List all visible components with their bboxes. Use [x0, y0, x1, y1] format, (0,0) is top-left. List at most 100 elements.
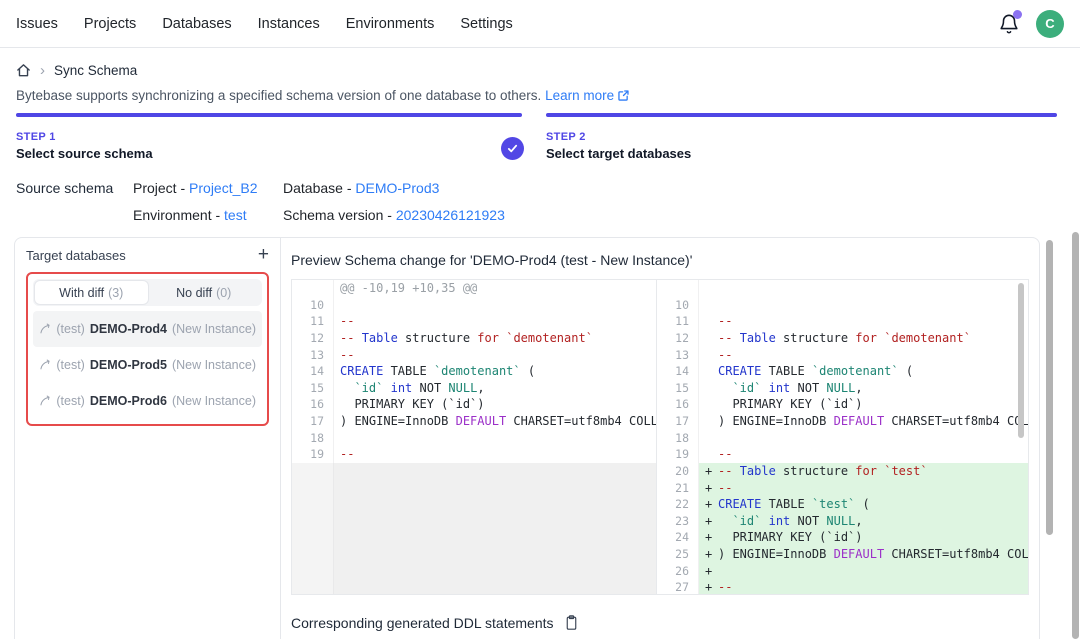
top-nav: Issues Projects Databases Instances Envi… — [0, 0, 1080, 48]
line-number: 25 — [657, 546, 699, 563]
target-databases-panel: Target databases + With diff (3) No diff… — [15, 238, 281, 639]
nav-item-instances[interactable]: Instances — [258, 16, 320, 32]
field-environment: Environment - test — [133, 207, 283, 223]
tab-with-diff-label: With diff — [59, 286, 104, 300]
source-schema-label: Source schema — [16, 180, 113, 196]
source-schema-fields: Project - Project_B2 Database - DEMO-Pro… — [133, 180, 505, 223]
tab-no-diff-label: No diff — [176, 286, 212, 300]
list-item-demo-prod5[interactable]: (test) DEMO-Prod5 (New Instance) — [33, 347, 262, 383]
diff-marker — [705, 330, 718, 347]
schema-preview-section: Preview Schema change for 'DEMO-Prod4 (t… — [282, 238, 1039, 639]
db-environment: (test) — [56, 358, 84, 372]
target-database-list: (test) DEMO-Prod4 (New Instance) (test) … — [33, 311, 262, 419]
database-link[interactable]: DEMO-Prod3 — [355, 180, 439, 196]
code-line: 14 CREATE TABLE `demotenant` ( — [657, 363, 1028, 380]
db-instance-suffix: (New Instance) — [172, 394, 256, 408]
add-target-database-button[interactable]: + — [258, 247, 269, 263]
code-text: + — [699, 563, 1028, 580]
line-number: 13 — [292, 347, 334, 364]
step-2[interactable]: STEP 2 Select target databases — [546, 113, 1057, 161]
line-number: 19 — [657, 446, 699, 463]
diff-marker: + — [705, 563, 718, 580]
diff-pane-modified: 10 11 --12 -- Table structure for `demot… — [657, 280, 1028, 594]
step-indicators: STEP 1 Select source schema STEP 2 Selec… — [16, 113, 1057, 161]
line-number — [292, 280, 334, 297]
code-line: 13 -- — [657, 347, 1028, 364]
field-project-name: Project — [133, 180, 177, 196]
code-text — [334, 463, 656, 594]
nav-item-environments[interactable]: Environments — [346, 16, 435, 32]
nav-item-projects[interactable]: Projects — [84, 16, 136, 32]
mysql-engine-icon — [39, 394, 51, 408]
line-number: 17 — [657, 413, 699, 430]
code-text: `id` int NOT NULL, — [699, 380, 1028, 397]
tab-with-diff-count: (3) — [108, 286, 123, 300]
code-text: -- Table structure for `demotenant` — [334, 330, 656, 347]
step-1-label: STEP 1 — [16, 131, 522, 143]
db-name: DEMO-Prod6 — [90, 394, 167, 408]
step-1-done-icon — [501, 137, 524, 160]
code-text: +) ENGINE=InnoDB DEFAULT CHARSET=utf8mb4… — [699, 546, 1028, 563]
tab-no-diff[interactable]: No diff (0) — [148, 281, 261, 304]
nav-item-databases[interactable]: Databases — [162, 16, 231, 32]
editor-scrollbar[interactable] — [1018, 283, 1024, 438]
external-link-icon[interactable] — [617, 89, 630, 105]
step-1-title: Select source schema — [16, 146, 522, 161]
tab-with-diff[interactable]: With diff (3) — [35, 281, 148, 304]
line-number: 17 — [292, 413, 334, 430]
code-line: 27+-- — [657, 579, 1028, 594]
line-number — [292, 463, 334, 594]
step-2-progress-bar — [546, 113, 1057, 117]
diff-marker: + — [705, 513, 718, 530]
code-line: 12 -- Table structure for `demotenant` — [657, 330, 1028, 347]
main-card: Target databases + With diff (3) No diff… — [14, 237, 1040, 639]
environment-link[interactable]: test — [224, 207, 247, 223]
nav-item-issues[interactable]: Issues — [16, 16, 58, 32]
panel-title: Target databases — [26, 248, 126, 263]
field-project: Project - Project_B2 — [133, 180, 283, 196]
line-number: 24 — [657, 529, 699, 546]
intro-description: Bytebase supports synchronizing a specif… — [16, 88, 541, 103]
list-item-demo-prod6[interactable]: (test) DEMO-Prod6 (New Instance) — [33, 383, 262, 419]
diff-marker — [705, 313, 718, 330]
notification-bell-icon[interactable] — [998, 13, 1020, 35]
nav-item-settings[interactable]: Settings — [460, 16, 512, 32]
schema-version-link[interactable]: 20230426121923 — [396, 207, 505, 223]
diff-marker — [705, 297, 718, 314]
code-text — [699, 430, 1028, 447]
learn-more-link[interactable]: Learn more — [545, 88, 614, 103]
diff-marker — [705, 380, 718, 397]
code-line: 11-- — [292, 313, 656, 330]
code-text: PRIMARY KEY (`id`) — [334, 396, 656, 413]
home-icon[interactable] — [16, 63, 31, 78]
project-link[interactable]: Project_B2 — [189, 180, 257, 196]
avatar[interactable]: C — [1036, 10, 1064, 38]
ddl-title: Corresponding generated DDL statements — [291, 615, 554, 631]
diff-marker — [705, 396, 718, 413]
code-text: CREATE TABLE `demotenant` ( — [334, 363, 656, 380]
code-text: +-- — [699, 480, 1028, 497]
code-line — [657, 280, 1028, 297]
step-1[interactable]: STEP 1 Select source schema — [16, 113, 522, 161]
preview-title: Preview Schema change for 'DEMO-Prod4 (t… — [291, 252, 1029, 268]
tab-no-diff-count: (0) — [216, 286, 231, 300]
line-number: 10 — [292, 297, 334, 314]
line-number: 18 — [657, 430, 699, 447]
code-text — [699, 297, 1028, 314]
code-line: 13-- — [292, 347, 656, 364]
diff-marker — [705, 363, 718, 380]
content-scrollbar[interactable] — [1046, 240, 1053, 535]
list-item-demo-prod4[interactable]: (test) DEMO-Prod4 (New Instance) — [33, 311, 262, 347]
copy-ddl-icon[interactable] — [563, 614, 580, 631]
line-number: 16 — [657, 396, 699, 413]
code-line: 19-- — [292, 446, 656, 463]
code-text: -- Table structure for `demotenant` — [699, 330, 1028, 347]
db-instance-suffix: (New Instance) — [172, 322, 256, 336]
code-line: 17 ) ENGINE=InnoDB DEFAULT CHARSET=utf8m… — [657, 413, 1028, 430]
code-line: 17) ENGINE=InnoDB DEFAULT CHARSET=utf8mb… — [292, 413, 656, 430]
line-number: 18 — [292, 430, 334, 447]
window-scrollbar[interactable] — [1072, 232, 1079, 639]
code-line: 10 — [292, 297, 656, 314]
code-line: 19 -- — [657, 446, 1028, 463]
line-number: 19 — [292, 446, 334, 463]
